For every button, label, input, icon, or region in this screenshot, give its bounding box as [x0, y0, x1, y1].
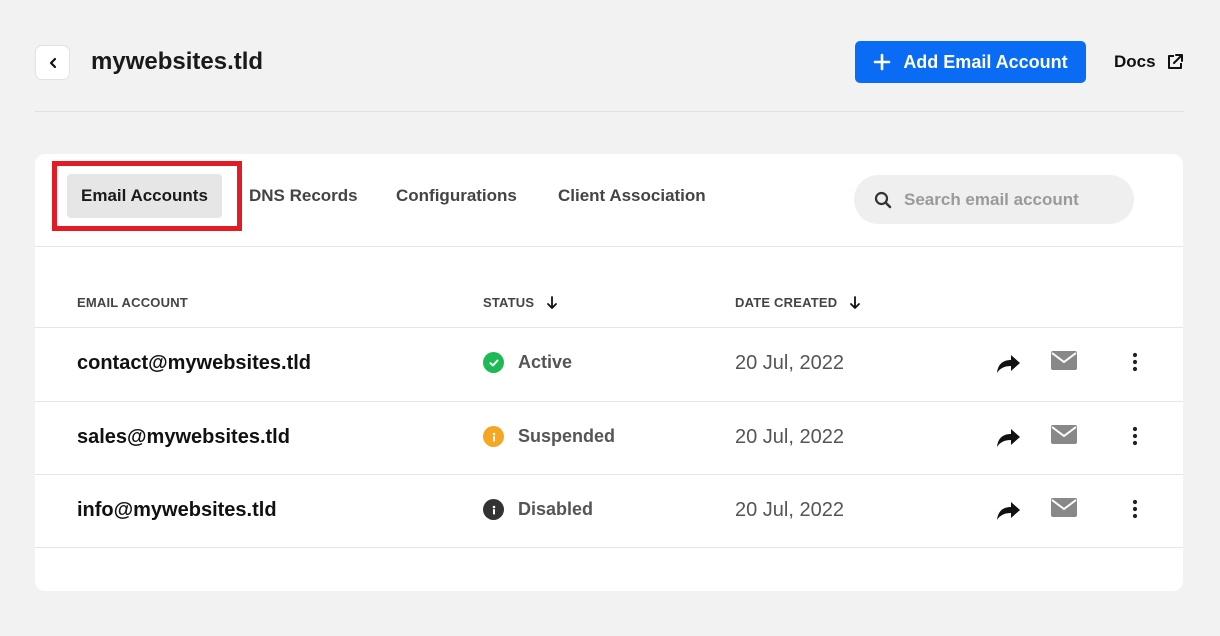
forward-icon[interactable]: [994, 424, 1022, 450]
status-cell: Active: [483, 352, 572, 373]
column-header-status[interactable]: STATUS: [483, 295, 558, 310]
tab-label: Configurations: [396, 186, 517, 205]
table-row[interactable]: info@mywebsites.tld Disabled 20 Jul, 202…: [35, 474, 1183, 548]
more-options-icon[interactable]: [1129, 497, 1141, 521]
header-divider: [35, 111, 1184, 112]
column-label: DATE CREATED: [735, 295, 838, 310]
date-cell: 20 Jul, 2022: [735, 499, 844, 521]
column-header-email: EMAIL ACCOUNT: [77, 295, 188, 310]
search-input[interactable]: [904, 189, 1124, 210]
forward-icon[interactable]: [994, 497, 1022, 523]
tab-dns-records[interactable]: DNS Records: [249, 174, 358, 218]
email-cell: sales@mywebsites.tld: [77, 426, 290, 448]
docs-link[interactable]: Docs: [1114, 50, 1184, 74]
sort-down-arrow-icon[interactable]: [849, 295, 861, 310]
info-circle-icon: [483, 426, 504, 447]
email-accounts-card: Email Accounts DNS Records Configuration…: [35, 154, 1183, 591]
status-cell: Suspended: [483, 426, 615, 447]
tab-label: DNS Records: [249, 186, 358, 205]
table-row[interactable]: contact@mywebsites.tld Active 20 Jul, 20…: [35, 327, 1183, 401]
tab-label: Client Association: [558, 186, 706, 205]
column-header-date[interactable]: DATE CREATED: [735, 295, 861, 310]
page-title: mywebsites.tld: [91, 48, 264, 75]
mail-icon[interactable]: [1050, 350, 1078, 372]
highlight-box: [52, 161, 242, 231]
mail-icon[interactable]: [1050, 424, 1078, 446]
add-email-account-label: Add Email Account: [903, 51, 1068, 72]
search-icon: [874, 191, 892, 208]
status-label: Active: [518, 352, 573, 372]
check-circle-icon: [483, 352, 504, 373]
date-cell: 20 Jul, 2022: [735, 426, 844, 448]
table-row[interactable]: sales@mywebsites.tld Suspended 20 Jul, 2…: [35, 401, 1183, 475]
date-cell: 20 Jul, 2022: [735, 352, 844, 374]
column-label: STATUS: [483, 295, 535, 310]
forward-icon[interactable]: [994, 350, 1022, 376]
tab-configurations[interactable]: Configurations: [396, 174, 517, 218]
info-circle-icon: [483, 499, 504, 520]
plus-icon: [874, 53, 891, 71]
tab-client-association[interactable]: Client Association: [558, 174, 706, 218]
chevron-left-icon: [49, 57, 56, 68]
status-cell: Disabled: [483, 499, 593, 520]
status-label: Disabled: [518, 499, 594, 519]
add-email-account-button[interactable]: Add Email Account: [855, 41, 1086, 83]
back-button[interactable]: [35, 45, 70, 80]
column-label: EMAIL ACCOUNT: [77, 295, 188, 310]
external-link-icon: [1167, 54, 1183, 69]
more-options-icon[interactable]: [1129, 350, 1141, 374]
email-cell: info@mywebsites.tld: [77, 499, 277, 521]
email-cell: contact@mywebsites.tld: [77, 352, 312, 374]
search-box: [854, 175, 1134, 224]
mail-icon[interactable]: [1050, 497, 1078, 519]
tab-bar: Email Accounts DNS Records Configuration…: [35, 154, 1183, 247]
docs-label: Docs: [1114, 52, 1156, 71]
more-options-icon[interactable]: [1129, 424, 1141, 448]
status-label: Suspended: [518, 426, 616, 446]
sort-down-arrow-icon[interactable]: [546, 295, 558, 310]
